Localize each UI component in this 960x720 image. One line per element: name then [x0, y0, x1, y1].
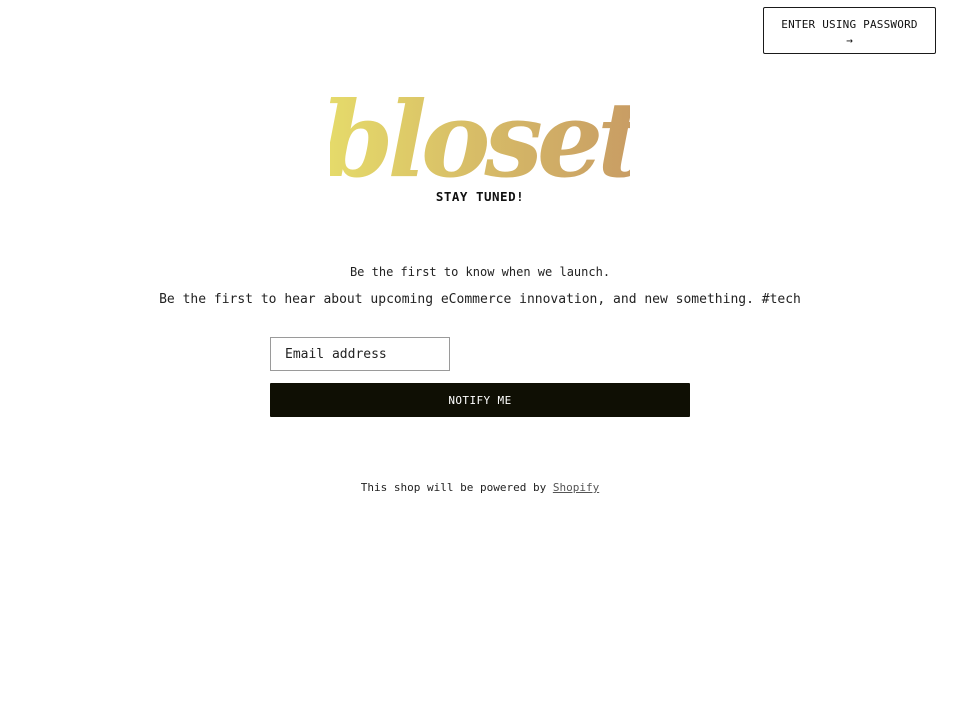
notify-me-button[interactable]: NOTIFY ME: [270, 383, 690, 417]
password-page: ENTER USING PASSWORD → bloset STAY TUNED…: [0, 0, 960, 720]
arrow-right-icon: →: [846, 34, 853, 47]
powered-by-text: This shop will be powered by: [360, 481, 547, 494]
page-tagline: STAY TUNED!: [435, 189, 525, 204]
bloset-logo: bloset: [330, 78, 630, 188]
password-button-label: ENTER USING PASSWORD: [781, 18, 918, 31]
email-input[interactable]: [270, 337, 450, 371]
logo-wordmark: bloset: [330, 78, 630, 188]
description-text: Be the first to hear about upcoming eCom…: [159, 292, 801, 307]
powered-by-footer: This shop will be powered by Shopify: [0, 481, 960, 494]
enter-using-password-button[interactable]: ENTER USING PASSWORD →: [763, 7, 936, 54]
launch-text: Be the first to know when we launch.: [349, 265, 611, 279]
shopify-link[interactable]: Shopify: [553, 481, 599, 494]
